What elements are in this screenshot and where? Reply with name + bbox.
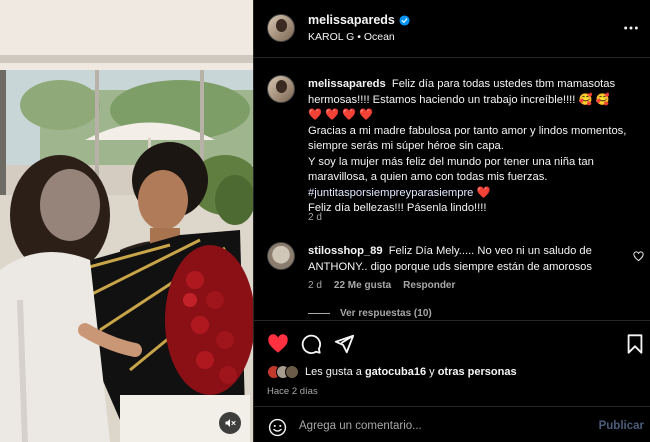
caption-hashtag[interactable]: #juntitasporsiempreyparasiempre xyxy=(308,187,473,199)
view-replies-button[interactable]: Ver respuestas (10) xyxy=(308,308,432,319)
post-actions: Les gusta a gatocuba16 y otras personas … xyxy=(254,320,650,400)
mute-button[interactable] xyxy=(219,412,241,434)
caption-time[interactable]: 2 d xyxy=(308,212,322,223)
commenter-avatar[interactable] xyxy=(267,242,295,270)
post-media[interactable] xyxy=(0,0,253,442)
post-caption: melissapareds Feliz día para todas usted… xyxy=(308,77,636,217)
comment-heart-icon[interactable] xyxy=(633,251,644,262)
caption-line3: Gracias a mi madre fabulosa por tanto am… xyxy=(308,124,627,153)
replies-divider xyxy=(308,313,330,314)
comment-input[interactable] xyxy=(299,415,589,437)
likes-connector: y xyxy=(429,366,435,378)
bookmark-icon[interactable] xyxy=(624,333,646,355)
muted-speaker-icon xyxy=(225,419,236,427)
caption-line5: Feliz día bellezas!!! Pásenla lindo!!!! xyxy=(308,202,487,214)
likes-summary: Les gusta a gatocuba16 y otras personas xyxy=(267,365,517,379)
audio-artist[interactable]: KAROL G xyxy=(308,31,354,43)
comment: stilosshop_89 Feliz Día Mely..... No veo… xyxy=(308,244,628,275)
publish-button[interactable]: Publicar xyxy=(599,420,644,432)
caption-line2: ❤️ ❤️ ❤️ ❤️ xyxy=(308,109,374,121)
author-username-row[interactable]: melissapareds xyxy=(308,13,410,27)
post-time[interactable]: Hace 2 días xyxy=(267,386,318,397)
author-username[interactable]: melissapareds xyxy=(308,13,395,27)
audio-track[interactable]: Ocean xyxy=(364,31,395,43)
post-photo xyxy=(0,0,253,442)
comments-section[interactable]: melissapareds Feliz día para todas usted… xyxy=(254,58,650,320)
comment-icon[interactable] xyxy=(300,333,322,355)
verified-badge-icon xyxy=(399,14,410,26)
view-replies-label[interactable]: Ver respuestas (10) xyxy=(340,308,432,319)
caption-hashtag-emoji: ❤️ xyxy=(476,186,491,199)
audio-info[interactable]: KAROL G • Ocean xyxy=(308,31,395,43)
heart-filled-icon[interactable] xyxy=(267,333,289,355)
likes-others[interactable]: otras personas xyxy=(438,366,517,378)
more-icon[interactable] xyxy=(623,20,639,36)
author-avatar[interactable] xyxy=(267,14,295,42)
share-icon[interactable] xyxy=(333,333,355,355)
likes-user[interactable]: gatocuba16 xyxy=(365,366,426,378)
caption-username[interactable]: melissapareds xyxy=(308,78,386,90)
liker-avatar xyxy=(285,365,299,379)
comment-username[interactable]: stilosshop_89 xyxy=(308,245,383,257)
caption-line4: Y soy la mujer más feliz del mundo por t… xyxy=(308,155,594,184)
emoji-icon[interactable] xyxy=(268,418,287,437)
likes-prefix: Les gusta a xyxy=(305,366,362,378)
comment-likes[interactable]: 22 Me gusta xyxy=(334,280,391,291)
add-comment-bar: Publicar xyxy=(254,406,650,442)
post-side-panel: melissapareds KAROL G • Ocean melissapar… xyxy=(253,0,650,442)
comment-meta: 2 d 22 Me gusta Responder xyxy=(308,280,455,291)
comment-time[interactable]: 2 d xyxy=(308,280,322,291)
likes-text: Les gusta a gatocuba16 y otras personas xyxy=(305,366,517,378)
reply-button[interactable]: Responder xyxy=(403,280,455,291)
caption-avatar[interactable] xyxy=(267,75,295,103)
audio-separator: • xyxy=(357,31,361,43)
post-header: melissapareds KAROL G • Ocean xyxy=(254,0,650,58)
